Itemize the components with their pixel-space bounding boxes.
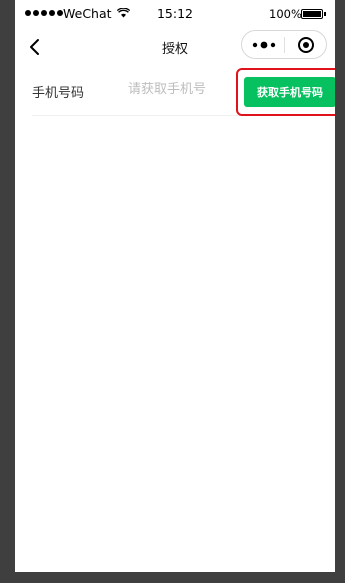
mini-program-capsule [241,30,327,59]
status-bar: WeChat 15:12 100% [15,0,335,30]
get-phone-number-button[interactable]: 获取手机号码 [244,77,335,107]
more-dots-icon[interactable] [252,39,278,51]
phone-number-label: 手机号码 [32,86,85,101]
phone-number-row: 手机号码 获取手机号码 [32,68,335,116]
phone-number-input[interactable] [128,82,228,97]
battery-icon [301,9,326,19]
capsule-divider [284,37,285,53]
phone-screen: WeChat 15:12 100% 授权 手机号码 请获取手机号 获取手机号码 [15,0,335,572]
battery-percentage: 100% [269,7,302,21]
target-circle-icon[interactable] [297,36,315,54]
navigation-bar: 授权 [15,30,335,64]
